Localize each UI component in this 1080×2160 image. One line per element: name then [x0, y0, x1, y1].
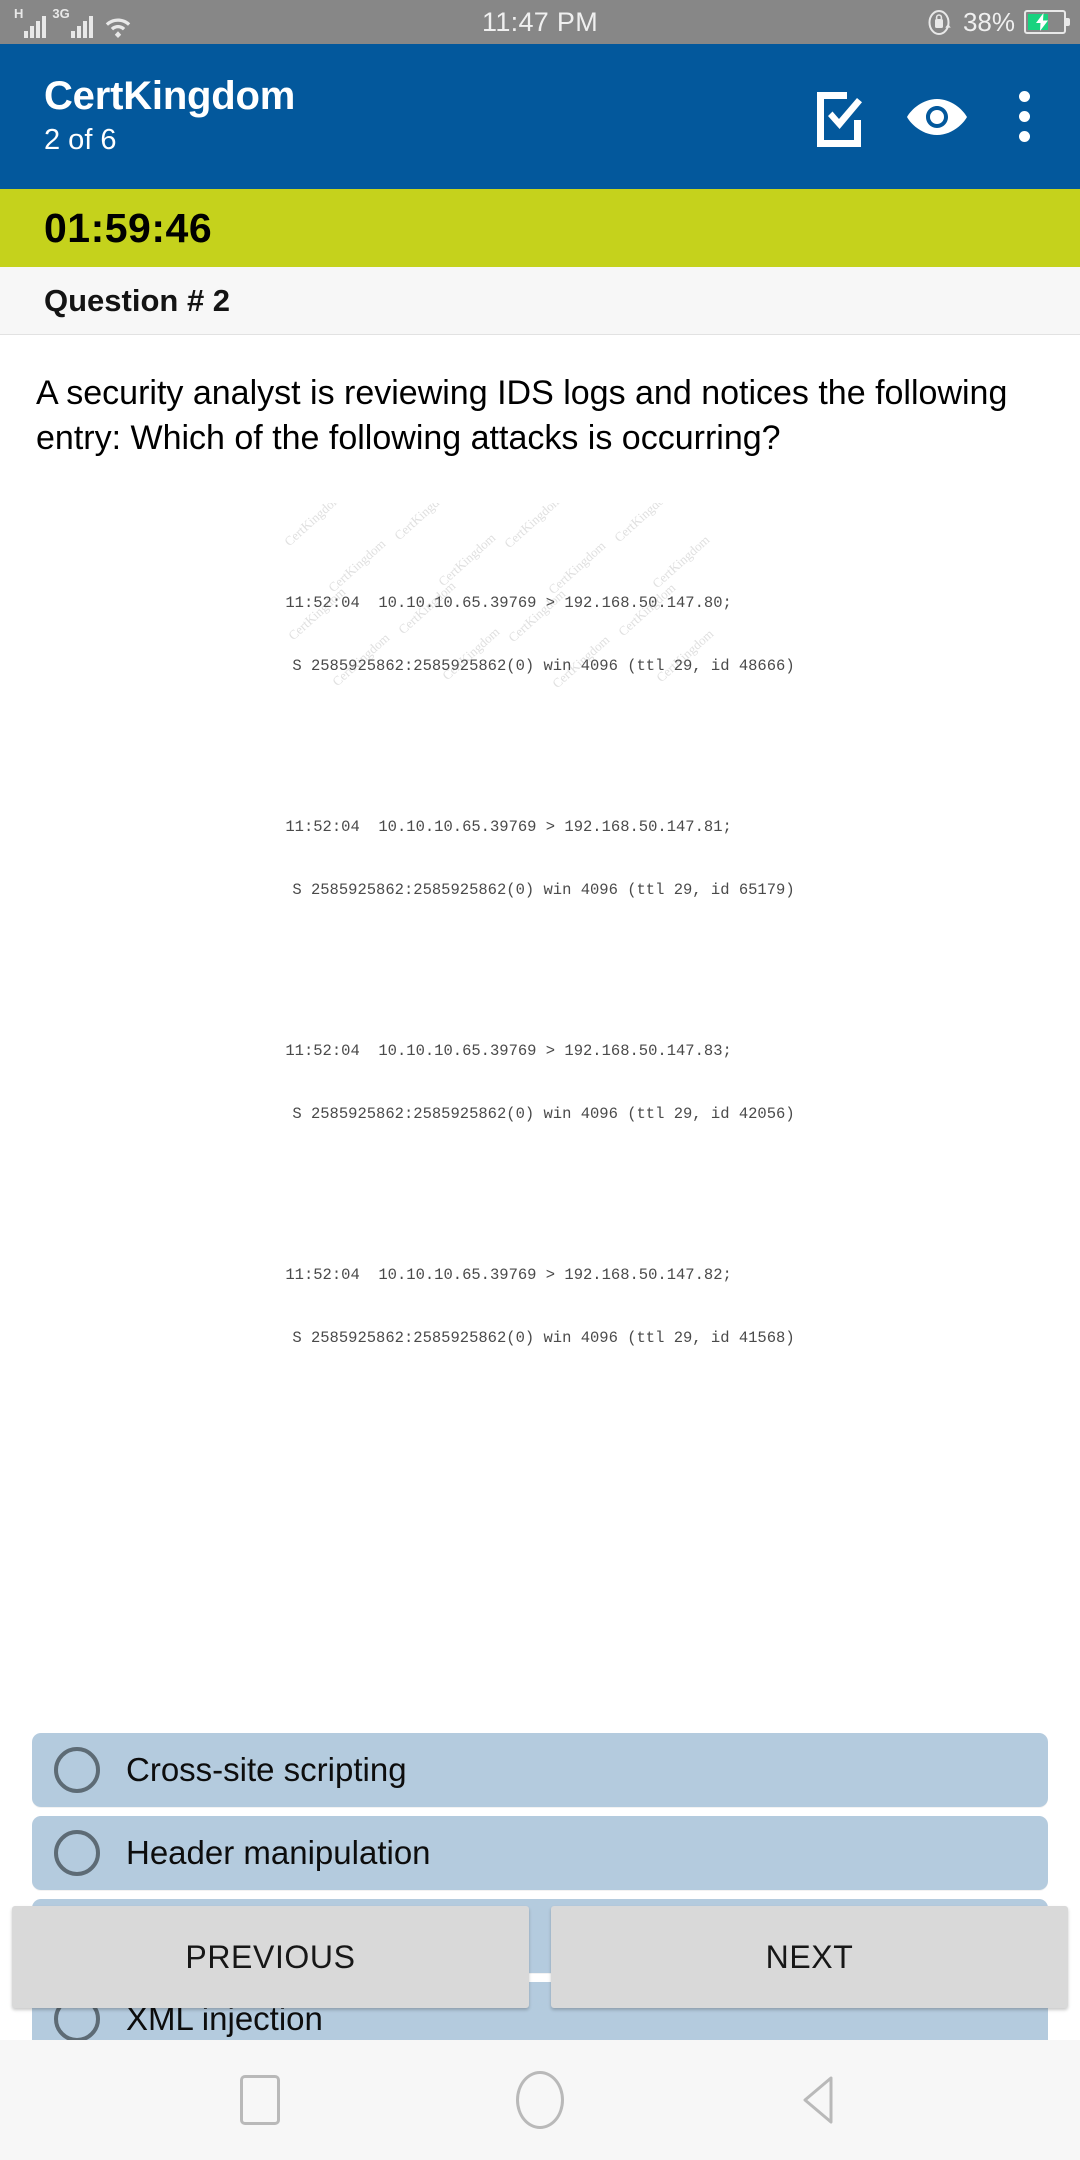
- status-bar: H 3G 11:47 PM 38%: [0, 0, 1080, 44]
- question-number-label: Question # 2: [44, 282, 231, 318]
- log-line: 11:52:04 10.10.10.65.39769 > 192.168.50.…: [285, 818, 732, 836]
- more-vertical-icon[interactable]: [1004, 86, 1044, 148]
- rotation-lock-icon: [927, 9, 954, 36]
- checklist-icon[interactable]: [808, 86, 870, 148]
- question-body: A security analyst is reviewing IDS logs…: [0, 335, 1080, 2056]
- log-entry: 11:52:04 10.10.10.65.39769 > 192.168.50.…: [285, 775, 794, 943]
- countdown-timer-value: 01:59:46: [44, 204, 213, 251]
- log-entry: 11:52:04 10.10.10.65.39769 > 192.168.50.…: [285, 551, 794, 719]
- watermark-text: CertKingdom: [611, 503, 675, 545]
- ids-log-block: 11:52:04 10.10.10.65.39769 > 192.168.50.…: [275, 503, 804, 1495]
- log-line: S 2585925862:2585925862(0) win 4096 (ttl…: [292, 1105, 795, 1123]
- radio-button-icon[interactable]: [54, 1747, 100, 1793]
- back-button[interactable]: [775, 2055, 865, 2145]
- answer-option-row[interactable]: Header manipulation: [32, 1816, 1048, 1890]
- question-nav-buttons: PREVIOUS NEXT: [0, 1906, 1080, 2008]
- eye-icon[interactable]: [906, 86, 968, 148]
- status-bar-clock: 11:47 PM: [482, 6, 598, 37]
- question-number-header: Question # 2: [0, 267, 1080, 335]
- app-bar-actions: [808, 86, 1050, 148]
- watermark-text: CertKingdom: [501, 503, 565, 551]
- previous-button[interactable]: PREVIOUS: [12, 1906, 529, 2008]
- square-icon: [240, 2075, 280, 2125]
- circle-icon: [516, 2071, 564, 2129]
- log-entry: 11:52:04 10.10.10.65.39769 > 192.168.50.…: [285, 1223, 794, 1391]
- log-line: S 2585925862:2585925862(0) win 4096 (ttl…: [292, 1329, 795, 1347]
- watermark-text: CertKingdom: [391, 503, 455, 543]
- app-title: CertKingdom: [44, 73, 296, 118]
- question-progress-label: 2 of 6: [44, 123, 117, 156]
- log-line: S 2585925862:2585925862(0) win 4096 (ttl…: [292, 657, 795, 675]
- answer-option-label: Cross-site scripting: [126, 1751, 407, 1788]
- battery-charging-icon: [1024, 10, 1070, 34]
- log-entry: 11:52:04 10.10.10.65.39769 > 192.168.50.…: [285, 999, 794, 1167]
- home-button[interactable]: [495, 2055, 585, 2145]
- log-line: 11:52:04 10.10.10.65.39769 > 192.168.50.…: [285, 1042, 732, 1060]
- question-text: A security analyst is reviewing IDS logs…: [36, 374, 1008, 457]
- status-bar-right: 38%: [927, 6, 1070, 38]
- answer-option-row[interactable]: Cross-site scripting: [32, 1733, 1048, 1807]
- answer-option-label: Header manipulation: [126, 1834, 431, 1871]
- log-line: S 2585925862:2585925862(0) win 4096 (ttl…: [292, 881, 795, 899]
- app-bar-titles: CertKingdom 2 of 6: [44, 73, 295, 161]
- battery-percent-label: 38%: [962, 6, 1015, 37]
- next-button[interactable]: NEXT: [551, 1906, 1068, 2008]
- log-line: 11:52:04 10.10.10.65.39769 > 192.168.50.…: [285, 594, 732, 612]
- log-line: 11:52:04 10.10.10.65.39769 > 192.168.50.…: [285, 1266, 732, 1284]
- log-entry-image: 11:52:04 10.10.10.65.39769 > 192.168.50.…: [28, 503, 1052, 1495]
- app-bar: CertKingdom 2 of 6: [0, 44, 1080, 189]
- triangle-back-icon: [803, 2076, 833, 2124]
- countdown-timer-bar: 01:59:46: [0, 189, 1080, 267]
- android-navigation-bar: [0, 2040, 1080, 2160]
- watermark-text: CertKingdom: [281, 503, 345, 549]
- radio-button-icon[interactable]: [54, 1830, 100, 1876]
- recents-button[interactable]: [215, 2055, 305, 2145]
